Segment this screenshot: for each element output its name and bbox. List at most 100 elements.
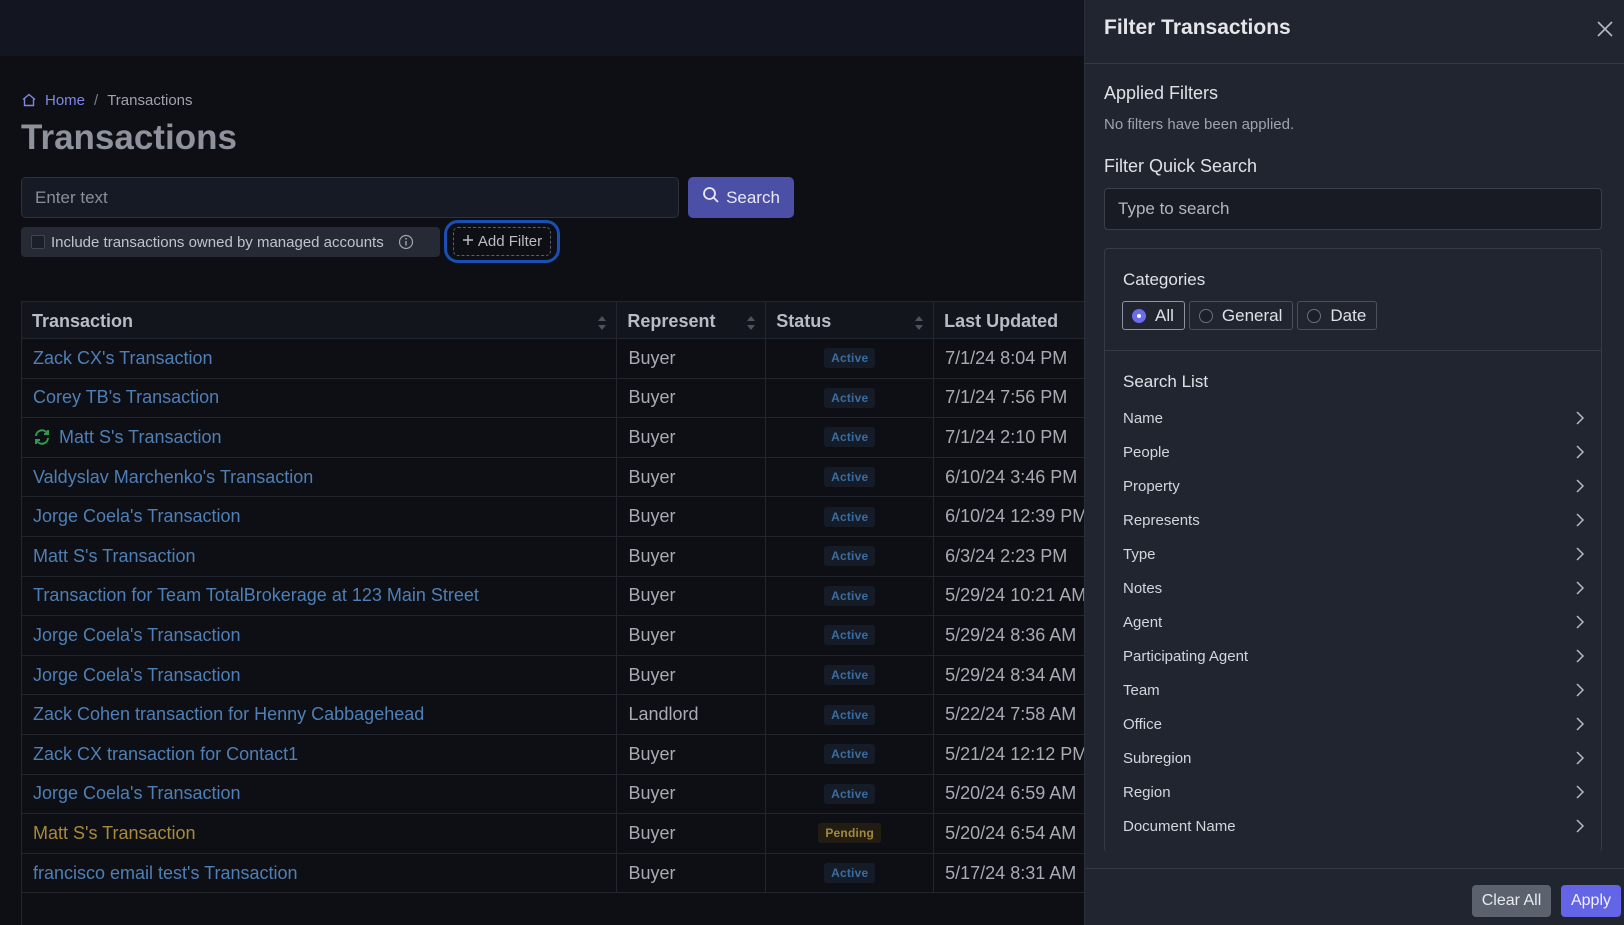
transaction-name[interactable]: Zack CX's Transaction [33,348,213,369]
table-row[interactable]: Jorge Coela's Transaction Buyer Active 5/29… [22,616,1084,656]
status-badge: Active [824,625,876,646]
table-row[interactable]: Zack Cohen transaction for Henny Cabbage… [22,695,1084,735]
search-input[interactable] [21,177,679,218]
search-list-item-label: People [1123,443,1170,461]
sort-icon[interactable] [915,314,924,330]
transaction-name[interactable]: Jorge Coela's Transaction [33,665,241,686]
transaction-link[interactable]: Transaction for Team TotalBrokerage at 1… [22,576,618,616]
column-header-label: Transaction [32,310,134,331]
search-button[interactable]: Search [688,177,794,218]
category-all[interactable]: All [1122,301,1185,330]
panel-footer: Clear All Apply [1085,868,1624,925]
search-list-item[interactable]: People [1123,435,1585,469]
transaction-link[interactable]: Valdyslav Marchenko's Transaction [22,457,618,497]
search-list-item[interactable]: Tags [1123,843,1585,853]
column-header-status[interactable]: Status [766,302,935,340]
search-list-item[interactable]: Property [1123,469,1585,503]
transaction-link[interactable]: Jorge Coela's Transaction [22,655,618,695]
categories-title: Categories [1123,270,1206,289]
info-icon[interactable] [398,234,414,250]
transaction-link[interactable]: Jorge Coela's Transaction [22,616,618,655]
search-list-item[interactable]: Agent [1123,605,1585,639]
transaction-name[interactable]: Corey TB's Transaction [33,387,219,408]
transaction-name[interactable]: Jorge Coela's Transaction [33,625,241,646]
column-header-last-updated[interactable]: Last Updated [934,302,1084,340]
search-list-item[interactable]: Team [1123,673,1585,707]
category-date[interactable]: Date [1297,301,1378,330]
table-row[interactable]: Zack CX transaction for Contact1 Buyer Act… [22,734,1084,775]
managed-accounts-toggle[interactable]: Include transactions owned by managed ac… [21,227,440,257]
sort-icon[interactable] [747,314,756,330]
categories-box: Categories All General Date Search List … [1104,248,1602,852]
transaction-link[interactable]: Matt S's Transaction [22,536,618,576]
radio-icon [1307,308,1322,323]
transaction-link[interactable]: Jorge Coela's Transaction [22,774,618,814]
chevron-right-icon [1575,580,1585,596]
plus-icon [462,233,474,250]
search-list-item[interactable]: Document Name [1123,809,1585,843]
table-row[interactable]: Jorge Coela's Transaction Buyer Active 5/20… [22,774,1084,815]
table-row[interactable]: Jorge Coela's Transaction Buyer Active 6/10… [22,497,1084,537]
transaction-link[interactable]: Matt S's Transaction [22,418,618,457]
search-list-item[interactable]: Subregion [1123,741,1585,775]
sort-icon[interactable] [598,314,607,330]
managed-accounts-checkbox[interactable] [31,235,45,249]
transaction-link[interactable]: Zack CX transaction for Contact1 [22,734,618,774]
clear-all-button[interactable]: Clear All [1472,885,1551,917]
table-row[interactable]: Matt S's Transaction Buyer Active 6/3/24 2:… [22,536,1084,577]
breadcrumb-separator: / [94,91,99,109]
table-row[interactable]: Corey TB's Transaction Buyer Active 7/1/24 … [22,378,1084,419]
represent-cell: Buyer [617,774,767,814]
table-row[interactable]: Transaction for Team TotalBrokerage at 1… [22,576,1084,617]
transaction-link[interactable]: Matt S's Transaction [22,814,618,853]
transaction-name[interactable]: Matt S's Transaction [59,427,222,448]
transaction-link[interactable]: Corey TB's Transaction [22,378,618,418]
search-list-item[interactable]: Participating Agent [1123,639,1585,673]
breadcrumb-home-link[interactable]: Home [45,92,85,109]
apply-button[interactable]: Apply [1561,885,1621,917]
filter-quick-search-input[interactable] [1104,188,1602,230]
transaction-link[interactable]: francisco email test's Transaction [22,853,618,893]
filter-panel: Filter Transactions Applied Filters No f… [1084,0,1624,925]
transaction-name[interactable]: Matt S's Transaction [33,823,196,844]
category-radio-group: All General Date [1122,301,1378,330]
transaction-name[interactable]: Zack CX transaction for Contact1 [33,744,298,765]
last-updated-cell: 5/29/24 8:36 AM [945,624,1077,645]
transaction-name[interactable]: Zack Cohen transaction for Henny Cabbage… [33,704,424,725]
table-row[interactable]: francisco email test's Transaction Buyer A… [22,853,1084,894]
table-row[interactable]: Matt S's Transaction Buyer Pending 5/20/24 … [22,814,1084,854]
transaction-link[interactable]: Zack Cohen transaction for Henny Cabbage… [22,695,618,734]
status-badge: Active [824,467,876,488]
transaction-name[interactable]: francisco email test's Transaction [33,863,298,884]
close-icon[interactable] [1594,18,1616,40]
table-row[interactable]: Jorge Coela's Transaction Buyer Active 5/29… [22,655,1084,696]
search-list-item[interactable]: Type [1123,537,1585,571]
search-list-item[interactable]: Office [1123,707,1585,741]
add-filter-button[interactable]: Add Filter [453,227,551,256]
search-list-item[interactable]: Notes [1123,571,1585,605]
transaction-link[interactable]: Zack CX's Transaction [22,339,618,378]
search-list-item[interactable]: Represents [1123,503,1585,537]
transaction-name[interactable]: Valdyslav Marchenko's Transaction [33,467,313,488]
transaction-link[interactable]: Jorge Coela's Transaction [22,497,618,536]
status-badge: Active [824,546,876,567]
transaction-name[interactable]: Jorge Coela's Transaction [33,783,241,804]
table-row[interactable]: Valdyslav Marchenko's Transaction Buyer Ac… [22,457,1084,498]
radio-icon [1198,308,1213,323]
search-list-item[interactable]: Name [1123,401,1585,435]
chevron-right-icon [1575,444,1585,460]
represent-cell: Landlord [617,695,767,734]
table-row[interactable]: Zack CX's Transaction Buyer Active 7/1/24 8… [22,339,1084,379]
search-list-item[interactable]: Region [1123,775,1585,809]
table-row[interactable]: Matt S's Transaction Buyer Active 7/1/24 2:… [22,418,1084,458]
represent-cell: Buyer [617,536,767,576]
chevron-right-icon [1575,410,1585,426]
transaction-name[interactable]: Jorge Coela's Transaction [33,506,241,527]
column-header-transaction[interactable]: Transaction [22,302,618,340]
category-general[interactable]: General [1188,301,1294,330]
column-header-represent[interactable]: Represent [617,302,767,340]
represent-cell: Buyer [617,418,767,457]
transaction-name[interactable]: Matt S's Transaction [33,546,196,567]
transaction-name[interactable]: Transaction for Team TotalBrokerage at 1… [33,585,479,606]
represent-cell: Buyer [617,616,767,655]
